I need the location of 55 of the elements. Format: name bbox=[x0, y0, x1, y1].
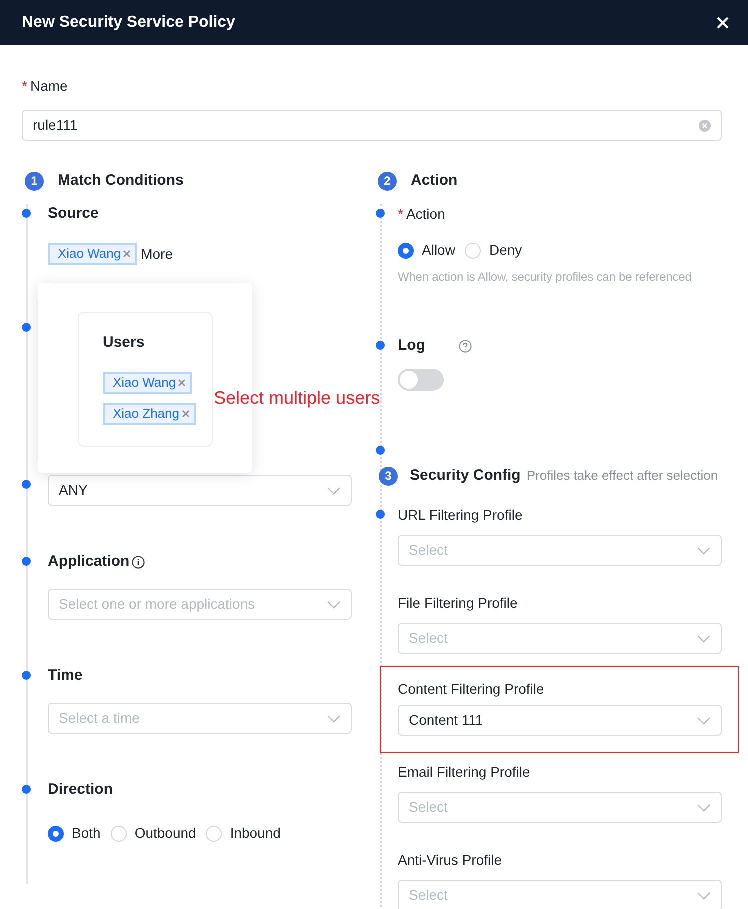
caret-icon bbox=[697, 716, 711, 724]
required-mark: * bbox=[22, 78, 28, 94]
radio-button[interactable] bbox=[398, 242, 414, 258]
more-link[interactable]: More bbox=[141, 244, 174, 264]
field-label: URL Filtering Profile bbox=[398, 506, 524, 525]
step-number: 3 bbox=[379, 466, 398, 486]
card-title: Users bbox=[103, 333, 146, 353]
step-number: 1 bbox=[25, 172, 44, 190]
remove-icon[interactable] bbox=[123, 250, 132, 258]
radio-label[interactable]: Deny bbox=[489, 240, 522, 261]
field-label: * Action bbox=[398, 205, 446, 224]
help-icon[interactable] bbox=[458, 340, 472, 352]
caret-icon bbox=[327, 714, 341, 722]
radio-label[interactable]: Outbound bbox=[134, 823, 196, 844]
required-mark: * bbox=[398, 206, 404, 222]
dialog-title: New Security Service Policy bbox=[22, 12, 236, 32]
caret-icon bbox=[327, 486, 341, 494]
select-field[interactable]: ANY bbox=[48, 475, 352, 506]
info-icon[interactable] bbox=[132, 556, 145, 568]
section-note: Profiles take effect after selection bbox=[526, 467, 718, 486]
remove-icon[interactable] bbox=[178, 379, 186, 387]
section-title: Action bbox=[411, 170, 458, 191]
remove-icon[interactable] bbox=[182, 410, 190, 418]
field-label: File Filtering Profile bbox=[398, 594, 519, 613]
field-label: Content Filtering Profile bbox=[398, 680, 546, 699]
radio-button[interactable] bbox=[48, 826, 64, 842]
field-label: Email Filtering Profile bbox=[398, 763, 532, 782]
user-tag[interactable]: Xiao Wang bbox=[48, 243, 138, 265]
name-input[interactable]: rule111 bbox=[22, 110, 722, 141]
item-title: Time bbox=[48, 666, 83, 686]
radio-label[interactable]: Allow bbox=[422, 240, 456, 261]
step-number: 2 bbox=[378, 172, 397, 190]
user-tag[interactable]: Xiao Wang bbox=[103, 372, 192, 394]
caret-icon bbox=[697, 804, 711, 812]
caret-icon bbox=[327, 600, 341, 608]
select-field[interactable]: Content 111 bbox=[398, 705, 722, 736]
item-title: Log bbox=[398, 336, 426, 356]
clear-icon[interactable] bbox=[699, 120, 711, 132]
caret-icon bbox=[697, 546, 711, 554]
close-button[interactable] bbox=[716, 16, 730, 30]
item-title: Application bbox=[48, 552, 130, 572]
radio-label[interactable]: Inbound bbox=[230, 823, 281, 844]
annotation-text: Select multiple users bbox=[214, 387, 380, 410]
section-title: Security Config bbox=[410, 466, 521, 486]
item-title: Source bbox=[48, 204, 99, 224]
caret-icon bbox=[697, 634, 711, 642]
item-title: Direction bbox=[48, 780, 114, 800]
field-label: Anti-Virus Profile bbox=[398, 851, 504, 870]
log-toggle[interactable] bbox=[398, 369, 444, 391]
hint-text: When action is Allow, security profiles can be referenced bbox=[398, 269, 693, 285]
radio-label[interactable]: Both bbox=[72, 823, 101, 844]
section-title: Match Conditions bbox=[58, 170, 184, 191]
caret-icon bbox=[697, 892, 711, 900]
field-label: * Name bbox=[22, 77, 69, 95]
user-tag[interactable]: Xiao Zhang bbox=[103, 403, 196, 425]
